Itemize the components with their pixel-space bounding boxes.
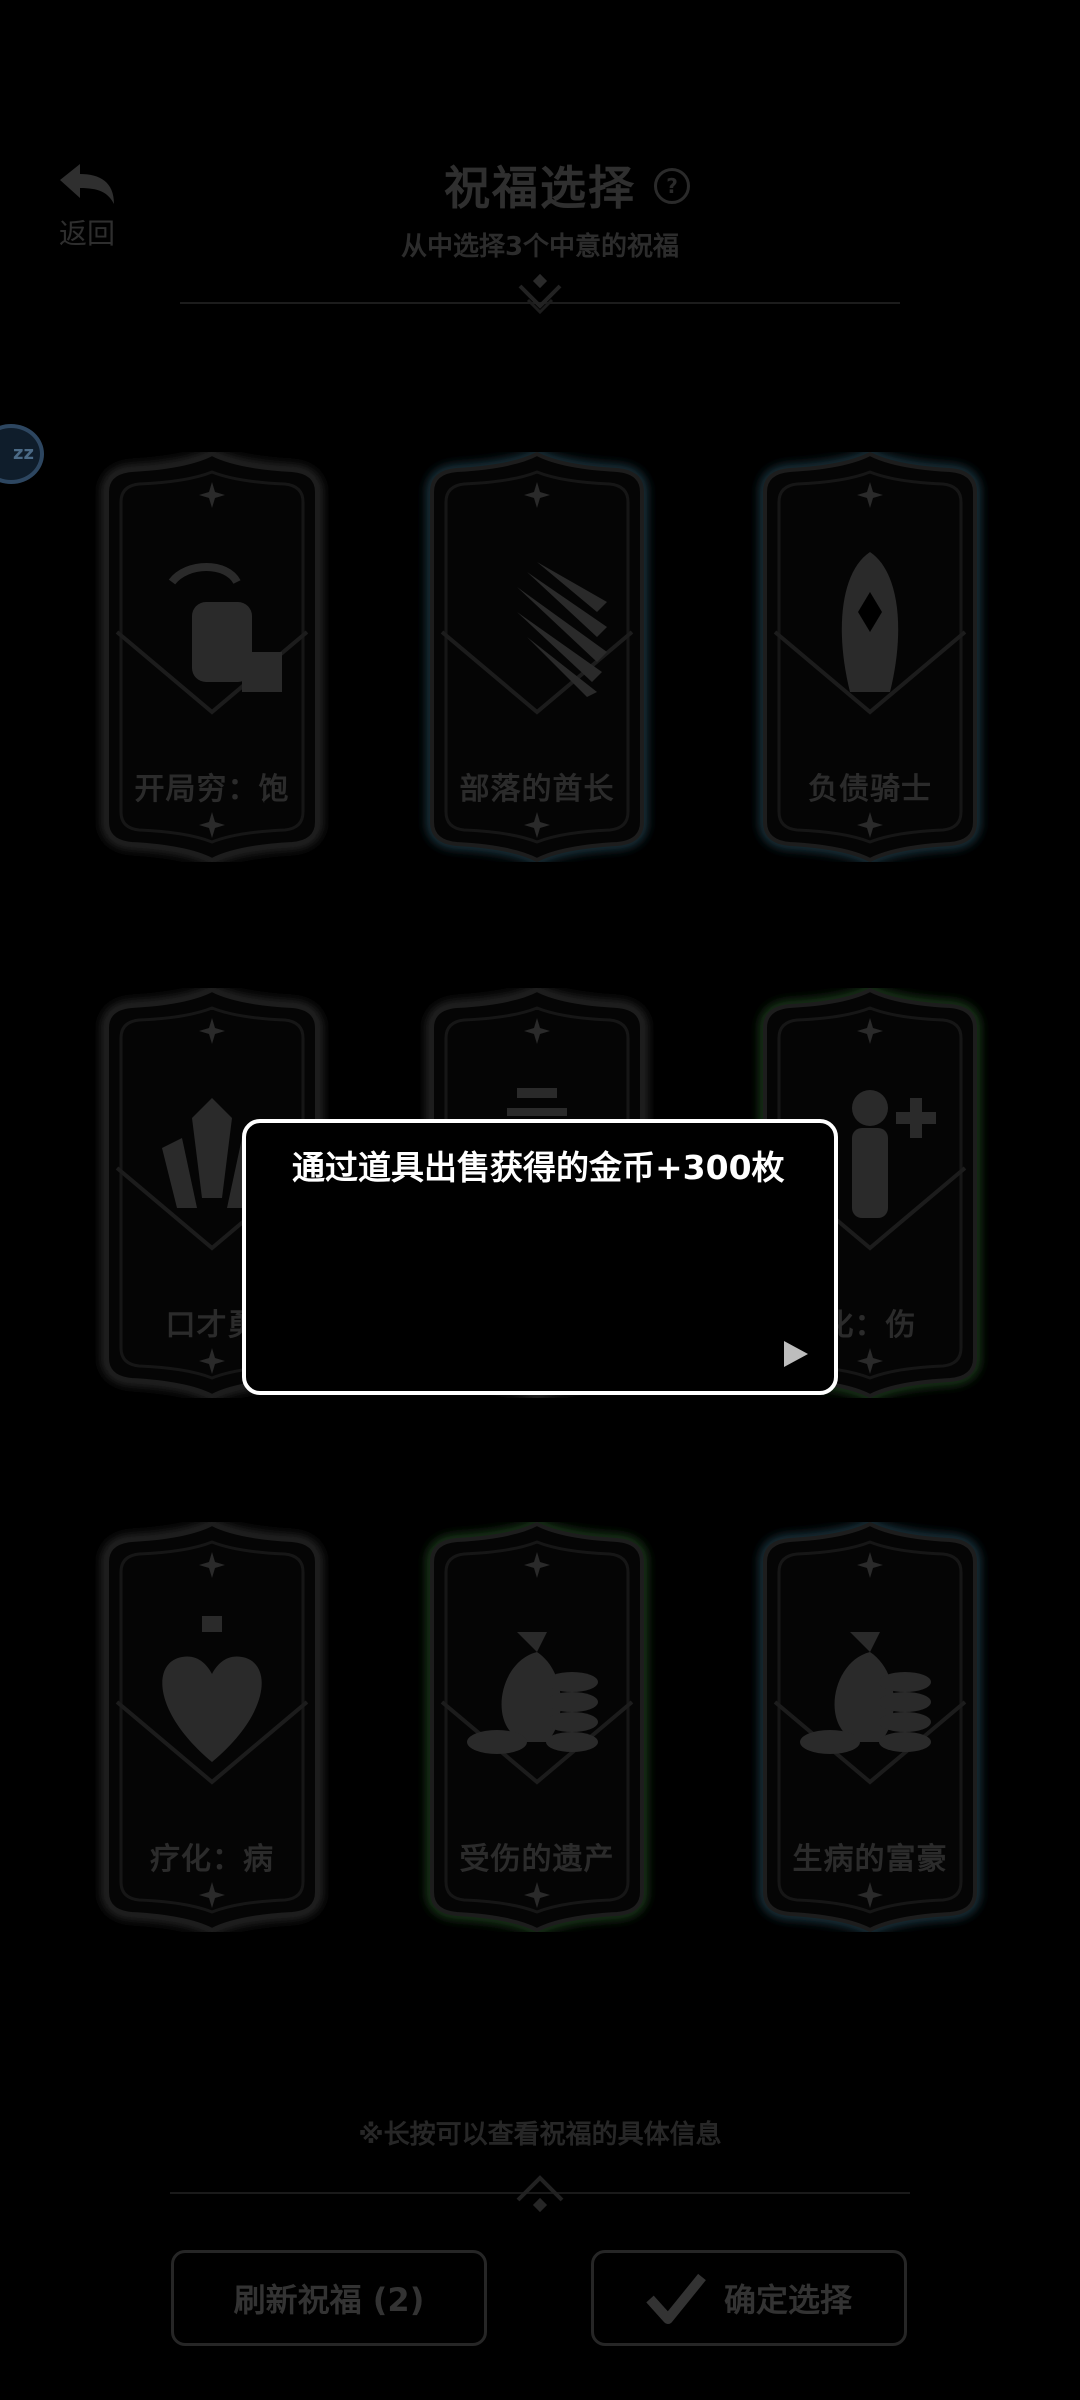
page-subtitle: 从中选择3个中意的祝福 [400,232,680,262]
blessing-card[interactable]: 疗化：病 [77,1522,347,1932]
heart-potion-icon [162,1616,262,1762]
confirm-selection-button[interactable]: 确定选择 [591,2250,907,2346]
blessing-selection-screen: 返回 祝福选择 ? 从中选择3个中意的祝福 zz 开局穷：饱 部落的酋长 负债骑士口… [0,0,1080,2400]
blessing-card[interactable]: 生病的富豪 [735,1522,1005,1932]
confirm-label: 确定选择 [723,2281,852,2319]
blessing-card[interactable]: 开局穷：饱 [77,452,347,862]
blessing-card[interactable]: 部落的酋长 [402,452,672,862]
hand-coin-icon [168,563,282,692]
sleep-bubble[interactable]: zz [0,424,44,484]
chevron-down-icon [518,273,562,315]
blessing-card-name: 受伤的遗产 [459,1842,615,1877]
blessing-card[interactable]: 负债骑士 [735,452,1005,862]
message-dialog[interactable]: 通过道具出售获得的金币+300枚 [242,1119,838,1395]
blessing-card-name: 部落的酋长 [459,772,615,807]
help-icon[interactable]: ? [654,168,690,204]
money-bag-icon [800,1632,931,1754]
dialog-message: 通过道具出售获得的金币+300枚 [292,1148,785,1187]
blessing-card-name: 生病的富豪 [792,1842,948,1877]
feather-headdress-icon [517,562,607,697]
chevron-up-icon [516,2175,564,2213]
blessing-card[interactable]: 受伤的遗产 [402,1522,672,1932]
knight-helmet-icon [841,552,899,692]
blessing-card-name: 疗化：病 [150,1842,274,1877]
blessing-card-name: 开局穷：饱 [134,772,290,807]
play-triangle-icon[interactable] [780,1339,810,1369]
refresh-label: 刷新祝福 (2) [233,2281,425,2319]
money-bag-icon [467,1632,598,1754]
refresh-blessings-button[interactable]: 刷新祝福 (2) [171,2250,487,2346]
page-title: 祝福选择 [444,161,636,215]
long-press-hint: ※长按可以查看祝福的具体信息 [358,2120,722,2150]
checkmark-icon [646,2273,706,2324]
blessing-card-name: 负债骑士 [808,772,932,807]
